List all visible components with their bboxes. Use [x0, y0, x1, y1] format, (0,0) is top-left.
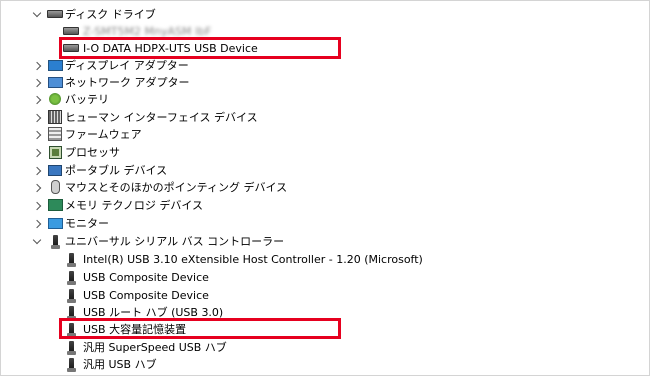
chevron-right-icon[interactable] — [31, 179, 43, 196]
monitor-icon — [47, 215, 63, 231]
firmware-icon — [47, 126, 63, 142]
portable-device-icon — [47, 162, 63, 178]
chevron-right-icon[interactable] — [31, 126, 43, 143]
network-adapter-icon — [47, 74, 63, 90]
chevron-down-icon[interactable] — [31, 6, 43, 23]
usb-icon — [63, 251, 79, 267]
highlight-box-mass-storage — [59, 318, 341, 339]
mouse-icon — [47, 179, 63, 195]
usb-icon — [47, 233, 63, 249]
chevron-right-icon[interactable] — [31, 109, 43, 126]
chevron-right-icon[interactable] — [31, 162, 43, 179]
chevron-right-icon[interactable] — [31, 57, 43, 74]
usb-icon — [63, 287, 79, 303]
usb-icon — [63, 339, 79, 355]
disk-drive-icon — [47, 6, 63, 22]
battery-icon — [47, 91, 63, 107]
chevron-right-icon[interactable] — [31, 144, 43, 161]
processor-icon — [47, 144, 63, 160]
chevron-right-icon[interactable] — [31, 197, 43, 214]
hid-icon — [47, 109, 63, 125]
usb-icon — [63, 356, 79, 372]
memory-icon — [47, 197, 63, 213]
chevron-down-icon[interactable] — [31, 233, 43, 250]
chevron-right-icon[interactable] — [31, 91, 43, 108]
chevron-right-icon[interactable] — [31, 74, 43, 91]
device-manager-tree: ディスク ドライブ Z-SMT5M2 MnyASM lbF I-O DATA H… — [0, 0, 650, 376]
highlight-box-hdpx — [59, 37, 341, 59]
chevron-right-icon[interactable] — [31, 215, 43, 232]
usb-icon — [63, 269, 79, 285]
display-adapter-icon — [47, 57, 63, 73]
